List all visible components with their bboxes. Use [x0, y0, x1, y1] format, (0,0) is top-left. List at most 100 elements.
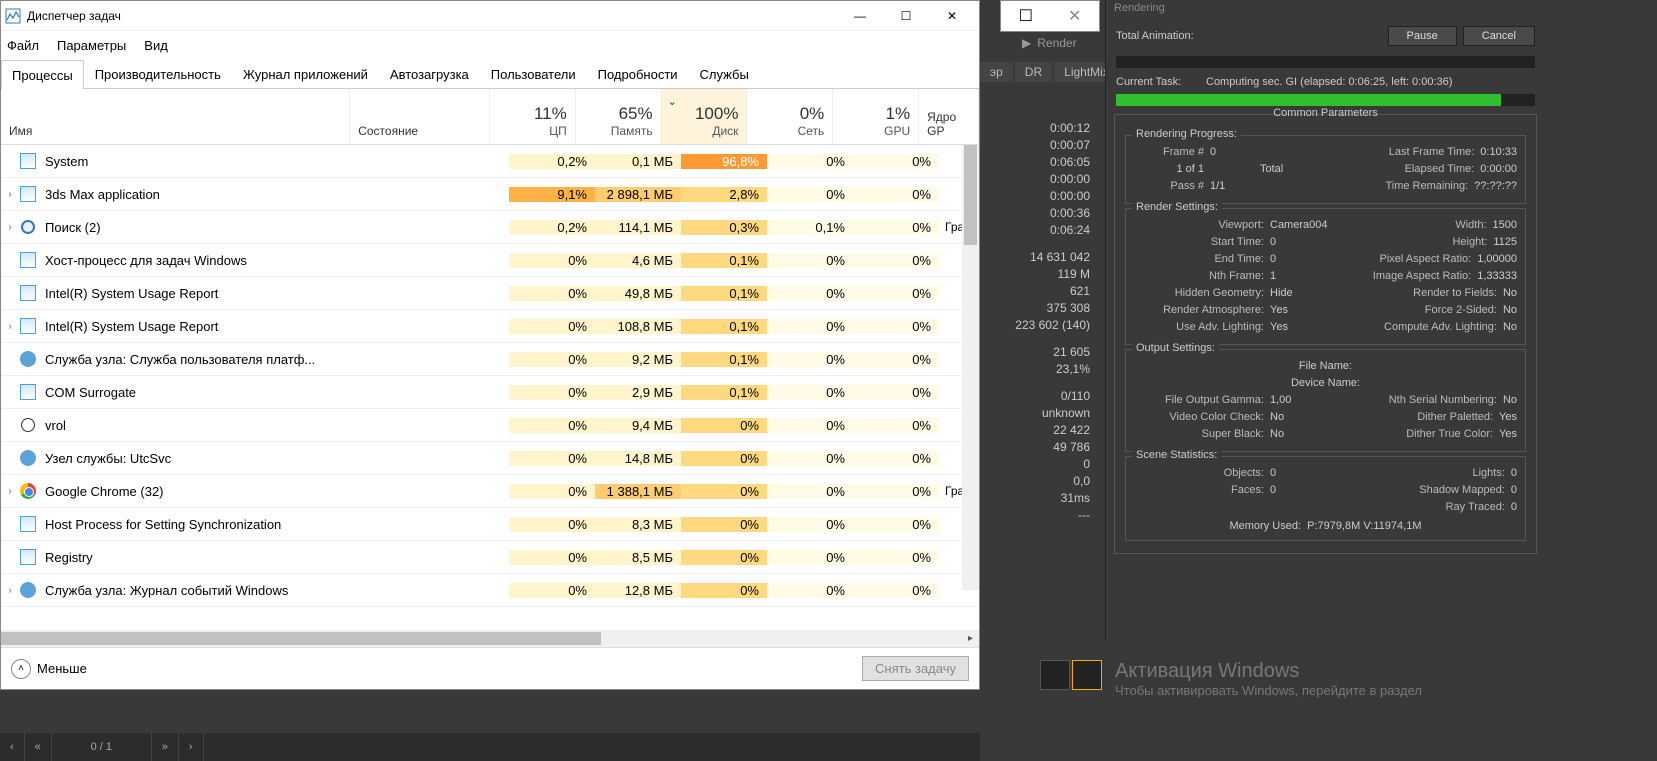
- minimize-button[interactable]: —: [837, 1, 883, 31]
- table-row[interactable]: Host Process for Setting Synchronization…: [1, 508, 979, 541]
- timeline-prev[interactable]: ‹: [0, 733, 25, 761]
- rendering-title: Rendering: [1106, 0, 1545, 20]
- table-row[interactable]: ›3ds Max application9,1%2 898,1 МБ2,8%0%…: [1, 178, 979, 211]
- mem-cell: 1 388,1 МБ: [595, 484, 681, 499]
- timeline-back[interactable]: «: [25, 733, 52, 761]
- cancel-button[interactable]: Cancel: [1463, 26, 1535, 46]
- process-icon: [19, 548, 37, 566]
- header-name[interactable]: Имя: [1, 89, 350, 144]
- expand-toggle[interactable]: ›: [1, 321, 19, 332]
- stat-value: unknown: [980, 405, 1090, 422]
- expand-toggle[interactable]: ›: [1, 222, 19, 233]
- table-row[interactable]: COM Surrogate0%2,9 МБ0,1%0%0%: [1, 376, 979, 409]
- hscroll-thumb[interactable]: [1, 632, 601, 645]
- net-cell: 0%: [767, 253, 853, 268]
- stat-value: 0:00:00: [980, 188, 1090, 205]
- process-icon: [19, 416, 37, 434]
- header-gpu[interactable]: 1%GPU: [833, 89, 919, 144]
- table-row[interactable]: ›Google Chrome (32)0%1 388,1 МБ0%0%0%Гра…: [1, 475, 979, 508]
- stat-value: 223 602 (140): [980, 317, 1090, 334]
- cpu-cell: 0%: [509, 451, 595, 466]
- tab-startup[interactable]: Автозагрузка: [379, 59, 480, 88]
- titlebar[interactable]: Диспетчер задач — ☐ ✕: [1, 1, 979, 31]
- disk-cell: 96,8%: [681, 154, 767, 169]
- menu-file[interactable]: Файл: [7, 38, 39, 53]
- hscroll-right-arrow[interactable]: ▸: [962, 630, 979, 647]
- table-row[interactable]: Intel(R) System Usage Report0%49,8 МБ0,1…: [1, 277, 979, 310]
- task-progress-bar: [1116, 94, 1535, 106]
- process-name: Хост-процесс для задач Windows: [45, 253, 369, 268]
- stat-value: 0:00:12: [980, 120, 1090, 137]
- task-manager-window: Диспетчер задач — ☐ ✕ Файл Параметры Вид…: [0, 0, 980, 690]
- table-row[interactable]: Хост-процесс для задач Windows0%4,6 МБ0,…: [1, 244, 979, 277]
- timeline-fwd[interactable]: »: [152, 733, 179, 761]
- horizontal-scrollbar[interactable]: ▸: [1, 630, 979, 647]
- cpu-cell: 0%: [509, 484, 595, 499]
- bg-render-button[interactable]: ▶ Render: [1022, 36, 1077, 50]
- header-disk[interactable]: ⌄100%Диск: [662, 89, 748, 144]
- net-cell: 0%: [767, 385, 853, 400]
- gpu-cell: 0%: [853, 253, 939, 268]
- stat-value: 49 786: [980, 439, 1090, 456]
- bg-tab-dr[interactable]: DR: [1015, 62, 1052, 82]
- total-progress-bar: [1116, 56, 1535, 68]
- tab-processes[interactable]: Процессы: [1, 60, 84, 89]
- table-row[interactable]: ›Intel(R) System Usage Report0%108,8 МБ0…: [1, 310, 979, 343]
- menu-view[interactable]: Вид: [144, 38, 168, 53]
- header-gpu-core[interactable]: Ядро GP: [919, 89, 979, 144]
- process-icon: [19, 383, 37, 401]
- table-row[interactable]: System0,2%0,1 МБ96,8%0%0%: [1, 145, 979, 178]
- net-cell: 0%: [767, 319, 853, 334]
- net-cell: 0%: [767, 484, 853, 499]
- stat-value: 14 631 042: [980, 249, 1090, 266]
- mem-cell: 114,1 МБ: [595, 220, 681, 235]
- tab-details[interactable]: Подробности: [587, 59, 689, 88]
- stat-value: 22 422: [980, 422, 1090, 439]
- expand-toggle[interactable]: ›: [1, 189, 19, 200]
- scrollbar-thumb[interactable]: [964, 145, 977, 245]
- header-network[interactable]: 0%Сеть: [747, 89, 833, 144]
- net-cell: 0,1%: [767, 220, 853, 235]
- gpu-cell: 0%: [853, 319, 939, 334]
- header-status[interactable]: Состояние: [350, 89, 490, 144]
- net-cell: 0%: [767, 154, 853, 169]
- vertical-scrollbar[interactable]: [962, 145, 979, 590]
- maximize-button[interactable]: ☐: [883, 1, 929, 31]
- net-cell: 0%: [767, 451, 853, 466]
- table-row[interactable]: ›Служба узла: Журнал событий Windows0%12…: [1, 574, 979, 607]
- rendering-panel: Rendering Total Animation: Pause Cancel …: [1105, 0, 1545, 640]
- bg-tab-0[interactable]: эр: [980, 62, 1013, 82]
- thumbnail[interactable]: [1040, 660, 1070, 690]
- close-button[interactable]: ✕: [929, 1, 975, 31]
- fewer-details-toggle[interactable]: ˄ Меньше: [11, 659, 87, 679]
- maximize-icon[interactable]: ☐: [1019, 6, 1033, 26]
- header-memory[interactable]: 65%Память: [576, 89, 662, 144]
- pause-button[interactable]: Pause: [1388, 26, 1457, 46]
- cpu-cell: 0%: [509, 517, 595, 532]
- table-row[interactable]: ›Поиск (2)0,2%114,1 МБ0,3%0,1%0%Граф: [1, 211, 979, 244]
- disk-cell: 0,3%: [681, 220, 767, 235]
- mem-cell: 2 898,1 МБ: [595, 187, 681, 202]
- end-task-button[interactable]: Снять задачу: [862, 656, 969, 681]
- tab-app-history[interactable]: Журнал приложений: [232, 59, 379, 88]
- table-row[interactable]: vrol0%9,4 МБ0%0%0%: [1, 409, 979, 442]
- tab-services[interactable]: Службы: [689, 59, 760, 88]
- tab-performance[interactable]: Производительность: [84, 59, 232, 88]
- process-icon: [19, 515, 37, 533]
- tab-users[interactable]: Пользователи: [480, 59, 587, 88]
- process-name: COM Surrogate: [45, 385, 369, 400]
- stat-value: 375 308: [980, 300, 1090, 317]
- table-row[interactable]: Служба узла: Служба пользователя платф..…: [1, 343, 979, 376]
- expand-toggle[interactable]: ›: [1, 486, 19, 497]
- gpu-cell: 0%: [853, 220, 939, 235]
- header-cpu[interactable]: 11%ЦП: [490, 89, 576, 144]
- timeline-next[interactable]: ›: [179, 733, 204, 761]
- menu-options[interactable]: Параметры: [57, 38, 126, 53]
- close-icon[interactable]: ✕: [1068, 6, 1081, 26]
- table-row[interactable]: Registry0%8,5 МБ0%0%0%: [1, 541, 979, 574]
- process-name: vrol: [45, 418, 369, 433]
- expand-toggle[interactable]: ›: [1, 585, 19, 596]
- thumbnail-selected[interactable]: [1072, 660, 1102, 690]
- table-row[interactable]: Узел службы: UtcSvc0%14,8 МБ0%0%0%: [1, 442, 979, 475]
- cpu-cell: 0%: [509, 418, 595, 433]
